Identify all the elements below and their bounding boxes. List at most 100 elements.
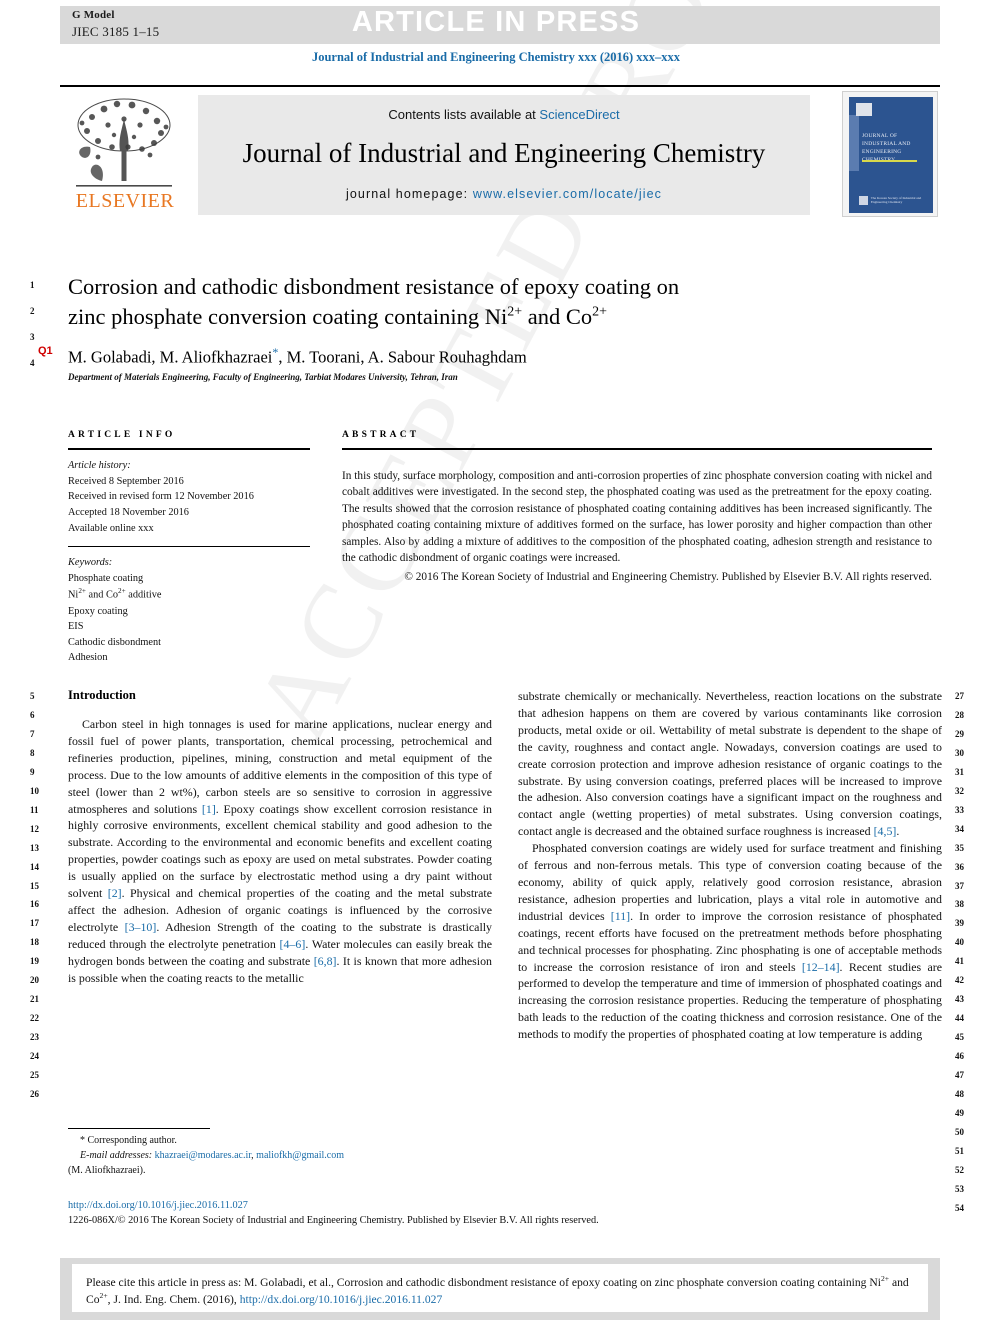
line-number: 45: [955, 1032, 964, 1043]
line-number: 5: [30, 691, 35, 701]
article-info-rule-mid: [68, 546, 310, 548]
keywords-block: Keywords: Phosphate coating Ni2+ and Co2…: [68, 555, 310, 666]
abstract-column: ABSTRACT In this study, surface morpholo…: [342, 430, 932, 585]
keyword-item: Cathodic disbondment: [68, 636, 161, 648]
line-number: 36: [955, 861, 964, 872]
para-text-segment: .: [896, 824, 900, 839]
article-history-block: Article history: Received 8 September 20…: [68, 458, 310, 536]
line-number: 32: [955, 785, 964, 796]
journal-masthead: ELSEVIER Contents lists available at Sci…: [60, 85, 940, 217]
line-number: 10: [30, 785, 39, 796]
citation-ref[interactable]: [6,8]: [314, 954, 337, 968]
line-number: 27: [955, 691, 964, 701]
line-number: 11: [30, 804, 39, 815]
keyword-item: Epoxy coating: [68, 605, 128, 617]
line-number: 38: [955, 899, 964, 910]
issn-copyright-line: 1226-086X/© 2016 The Korean Society of I…: [68, 1215, 599, 1227]
line-number: 25: [30, 1070, 39, 1080]
cite-doi-link[interactable]: http://dx.doi.org/10.1016/j.jiec.2016.11…: [240, 1293, 443, 1306]
line-number: 39: [955, 918, 964, 929]
citation-ref[interactable]: [12–14]: [802, 960, 840, 974]
g-model-block: G Model JIEC 3185 1–15: [72, 8, 159, 40]
contents-lists-line: Contents lists available at ScienceDirec…: [198, 107, 810, 122]
email-link-primary[interactable]: khazraei@modares.ac.ir: [155, 1150, 252, 1161]
line-number: 29: [955, 728, 964, 739]
line-number: 41: [955, 956, 964, 967]
keywords-label: Keywords:: [68, 557, 113, 569]
paragraph-intro-2: substrate chemically or mechanically. Ne…: [518, 688, 942, 840]
line-number: 47: [955, 1070, 964, 1080]
line-number: 42: [955, 975, 964, 986]
history-received: Received 8 September 2016: [68, 475, 184, 487]
cite-sup-ni: 2+: [880, 1274, 890, 1283]
journal-reference-line: Journal of Industrial and Engineering Ch…: [311, 50, 681, 64]
line-number: 53: [955, 1183, 964, 1194]
keyword-item: Adhesion: [68, 652, 108, 664]
title-sup-ni: 2+: [507, 304, 523, 320]
line-number: 22: [30, 1013, 39, 1024]
line-number: 20: [30, 975, 39, 986]
author-list: M. Golabadi, M. Aliofkhazraei*, M. Toora…: [68, 345, 888, 368]
title-line-2a: zinc phosphate conversion coating contai…: [68, 303, 508, 329]
line-number: 16: [30, 899, 39, 910]
cover-society-text: The Korean Society of Industrial and Eng…: [870, 195, 922, 204]
cover-publisher-mark: [856, 103, 872, 116]
doi-link[interactable]: http://dx.doi.org/10.1016/j.jiec.2016.11…: [68, 1198, 938, 1213]
line-number: 6: [30, 709, 35, 720]
keyword-item: Phosphate coating: [68, 572, 144, 584]
g-model-label: G Model: [72, 9, 115, 21]
line-number: 35: [955, 842, 964, 853]
footnote-text: * Corresponding author. E-mail addresses…: [68, 1134, 418, 1178]
corresponding-author-footnote: * Corresponding author. E-mail addresses…: [68, 1128, 418, 1178]
line-number: 8: [30, 747, 35, 758]
line-number: 49: [955, 1107, 964, 1118]
citation-ref[interactable]: [4,5]: [874, 824, 897, 838]
line-number: 3: [30, 332, 35, 342]
citation-ref[interactable]: [3–10]: [125, 920, 157, 934]
query-tag-q1[interactable]: Q1: [38, 345, 53, 357]
history-online: Available online xxx: [68, 522, 154, 534]
line-number: 18: [30, 937, 39, 948]
citation-ref[interactable]: [1]: [202, 802, 216, 816]
authors-first-part: M. Golabadi, M. Aliofkhazraei: [68, 347, 273, 367]
line-number: 24: [30, 1051, 39, 1062]
line-number: 9: [30, 766, 35, 777]
cite-this-article-box: Please cite this article in press as: M.…: [60, 1258, 940, 1320]
citation-ref[interactable]: [11]: [611, 909, 630, 923]
line-number: 48: [955, 1088, 964, 1099]
keyword-item: EIS: [68, 621, 84, 633]
line-number: 34: [955, 823, 964, 834]
citation-ref[interactable]: [4–6]: [280, 937, 306, 951]
introduction-heading: Introduction: [68, 688, 136, 702]
article-doi-block: http://dx.doi.org/10.1016/j.jiec.2016.11…: [68, 1198, 938, 1229]
line-number: 1: [30, 280, 35, 290]
g-model-id: JIEC 3185 1–15: [72, 23, 160, 39]
sciencedirect-link[interactable]: ScienceDirect: [539, 107, 619, 122]
journal-homepage-line: journal homepage: www.elsevier.com/locat…: [198, 187, 810, 201]
footnote-email-line: E-mail addresses: khazraei@modares.ac.ir…: [68, 1149, 418, 1164]
line-number: 40: [955, 937, 964, 948]
line-number: 12: [30, 823, 39, 834]
cite-prefix: Please cite this article in press as: M.…: [86, 1275, 881, 1289]
article-info-rule-top: [68, 448, 310, 450]
cover-accent-strip: [849, 115, 859, 171]
line-number: 14: [30, 861, 39, 872]
line-number: 21: [30, 994, 39, 1005]
email-link-secondary[interactable]: maliofkh@gmail.com: [256, 1150, 344, 1161]
article-history-label: Article history:: [68, 460, 131, 471]
abstract-copyright: © 2016 The Korean Society of Industrial …: [404, 570, 932, 583]
body-left-column: Introduction Carbon steel in high tonnag…: [68, 688, 492, 987]
author-affiliation: Department of Materials Engineering, Fac…: [68, 372, 458, 382]
line-number: 46: [955, 1051, 964, 1062]
journal-homepage-link[interactable]: www.elsevier.com/locate/jiec: [473, 187, 662, 201]
line-number: 2: [30, 306, 35, 316]
cite-suffix: , J. Ind. Eng. Chem. (2016),: [107, 1293, 240, 1307]
page-title: Corrosion and cathodic disbondment resis…: [68, 272, 868, 331]
citation-ref[interactable]: [2]: [108, 886, 122, 900]
history-revised: Received in revised form 12 November 201…: [68, 491, 254, 503]
journal-title: Journal of Industrial and Engineering Ch…: [242, 138, 766, 168]
paper-page: ACCEPTED PROOF ARTICLE IN PRESS G Model …: [0, 0, 992, 1323]
abstract-heading: ABSTRACT: [342, 430, 420, 440]
body-right-column: substrate chemically or mechanically. Ne…: [518, 688, 942, 1043]
elsevier-wordmark: ELSEVIER: [75, 190, 175, 212]
